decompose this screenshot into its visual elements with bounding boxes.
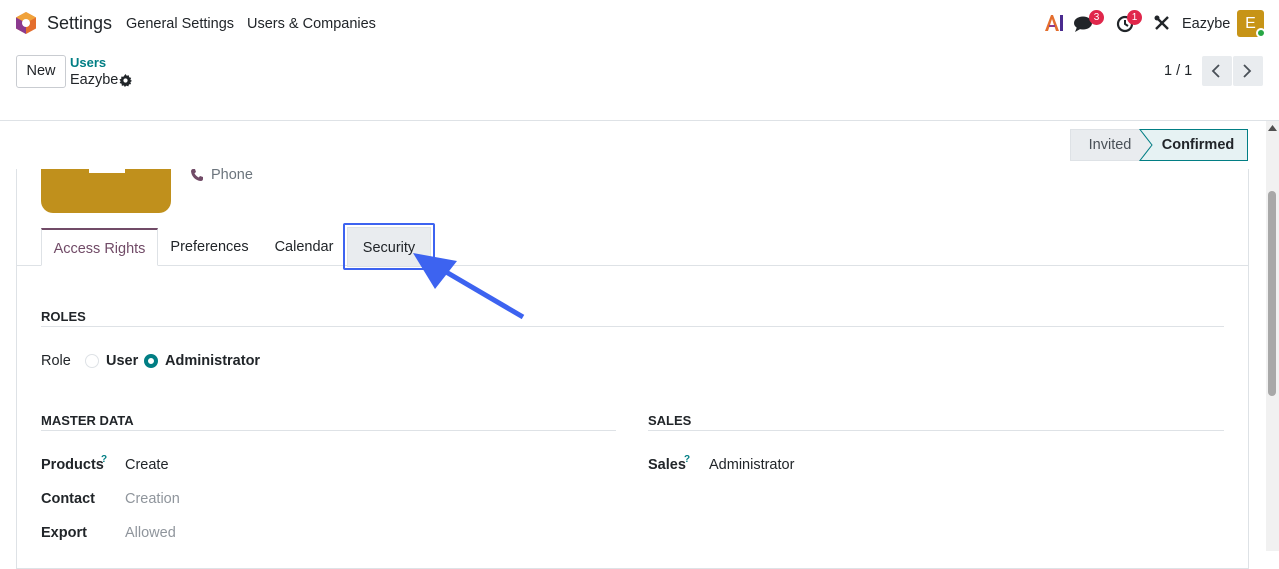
tools-icon[interactable] bbox=[1154, 15, 1170, 31]
phone-icon bbox=[191, 169, 203, 181]
top-navbar: Settings General Settings Users & Compan… bbox=[0, 0, 1279, 46]
roles-section-title: ROLES bbox=[41, 309, 86, 324]
role-user-label[interactable]: User bbox=[106, 353, 138, 369]
role-administrator-label[interactable]: Administrator bbox=[165, 353, 260, 369]
user-photo[interactable] bbox=[41, 169, 171, 213]
breadcrumb-current: Eazybe bbox=[70, 72, 119, 88]
status-invited[interactable]: Invited bbox=[1072, 129, 1148, 161]
master-data-divider bbox=[41, 430, 616, 431]
gear-icon[interactable] bbox=[119, 74, 132, 87]
status-confirmed[interactable]: Confirmed bbox=[1152, 129, 1244, 161]
scroll-up-arrow-icon[interactable] bbox=[1268, 124, 1277, 132]
contact-label: Contact bbox=[41, 491, 95, 507]
chevron-right-icon bbox=[1243, 64, 1252, 78]
contact-value[interactable]: Creation bbox=[125, 491, 180, 507]
sales-label: Sales bbox=[648, 457, 686, 473]
chevron-left-icon bbox=[1211, 64, 1220, 78]
role-user-radio[interactable] bbox=[85, 354, 99, 368]
sales-section-title: SALES bbox=[648, 413, 692, 428]
products-help-icon[interactable]: ? bbox=[101, 454, 107, 465]
status-row: Invited Confirmed bbox=[0, 121, 1266, 169]
menu-general-settings[interactable]: General Settings bbox=[126, 16, 234, 32]
control-panel: New Users Eazybe 1 / 1 bbox=[0, 46, 1279, 121]
export-value[interactable]: Allowed bbox=[125, 525, 176, 541]
online-status-dot bbox=[1256, 28, 1266, 38]
pager-previous-button[interactable] bbox=[1202, 56, 1232, 86]
ai-icon[interactable] bbox=[1044, 14, 1064, 32]
scrollbar-thumb[interactable] bbox=[1268, 191, 1276, 396]
phone-field[interactable]: Phone bbox=[211, 167, 253, 183]
user-menu-name[interactable]: Eazybe bbox=[1182, 16, 1230, 32]
sales-value[interactable]: Administrator bbox=[709, 457, 794, 473]
roles-divider bbox=[41, 326, 1224, 327]
tab-access-rights[interactable]: Access Rights bbox=[41, 228, 158, 266]
pointer-arrow-icon bbox=[413, 253, 525, 320]
sales-divider bbox=[648, 430, 1224, 431]
photo-notch bbox=[89, 169, 125, 173]
tab-preferences[interactable]: Preferences bbox=[158, 228, 261, 266]
sales-help-icon[interactable]: ? bbox=[684, 454, 690, 465]
new-button[interactable]: New bbox=[16, 55, 66, 88]
products-value[interactable]: Create bbox=[125, 457, 169, 473]
app-logo-icon[interactable] bbox=[16, 12, 36, 34]
activities-badge: 1 bbox=[1127, 10, 1142, 25]
menu-users-companies[interactable]: Users & Companies bbox=[247, 16, 376, 32]
products-label: Products bbox=[41, 457, 104, 473]
export-label: Export bbox=[41, 525, 87, 541]
master-data-section-title: MASTER DATA bbox=[41, 413, 134, 428]
app-name[interactable]: Settings bbox=[47, 13, 112, 34]
tab-calendar[interactable]: Calendar bbox=[261, 228, 347, 266]
messages-badge: 3 bbox=[1089, 10, 1104, 25]
role-label: Role bbox=[41, 353, 71, 369]
role-administrator-radio[interactable] bbox=[144, 354, 158, 368]
pager-next-button[interactable] bbox=[1233, 56, 1263, 86]
pager-value[interactable]: 1 / 1 bbox=[1164, 63, 1192, 79]
breadcrumb-users-link[interactable]: Users bbox=[70, 55, 106, 70]
